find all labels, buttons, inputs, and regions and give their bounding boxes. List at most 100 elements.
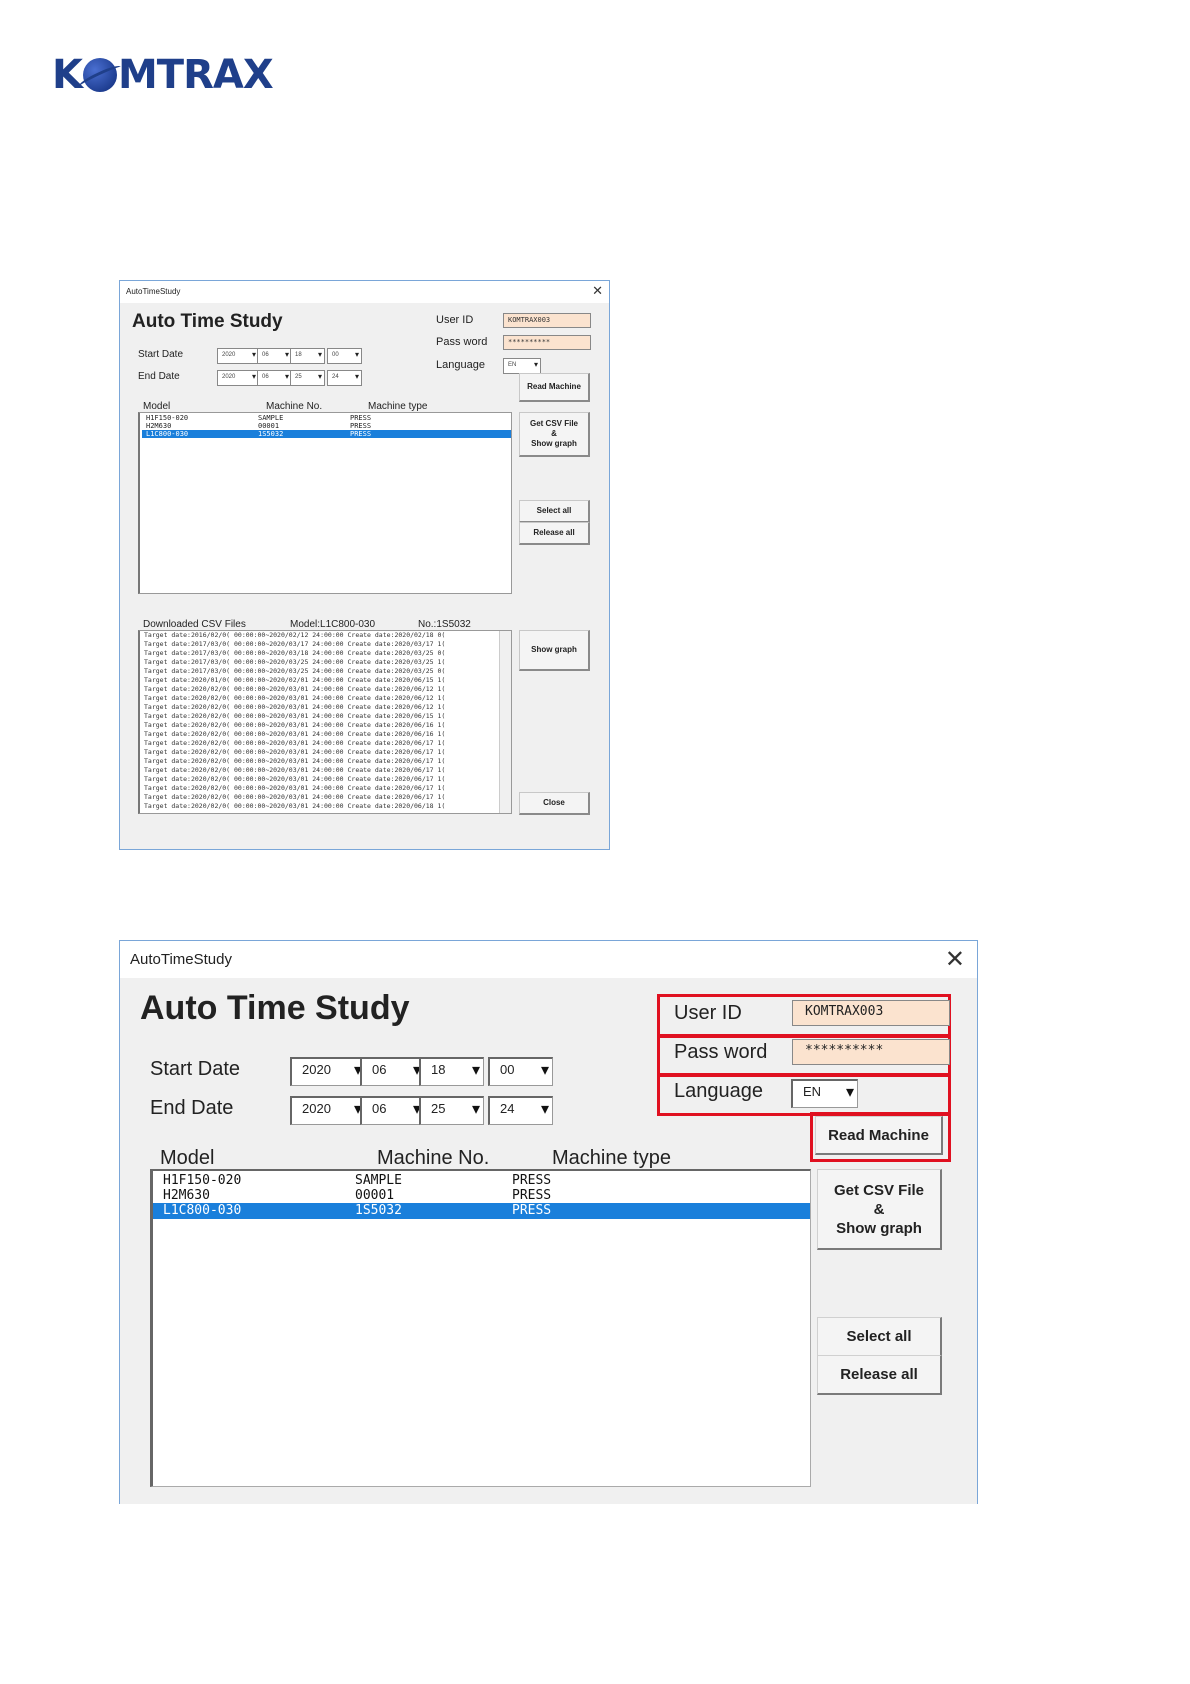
csv-lines: Target date:2016/02/0( 00:00:00~2020/02/… xyxy=(140,631,511,811)
end-hour-select[interactable]: 24 xyxy=(327,370,362,386)
machine-no: 00001 xyxy=(355,1188,395,1203)
csv-list-item[interactable]: Target date:2020/02/0( 00:00:00~2020/03/… xyxy=(140,712,511,721)
close-icon[interactable]: ✕ xyxy=(945,945,965,974)
list-item[interactable]: H1F150-020 SAMPLE PRESS xyxy=(142,414,511,422)
title-bar: AutoTimeStudy ✕ xyxy=(120,941,977,978)
show-graph-button[interactable]: Show graph xyxy=(519,630,590,671)
button-label-line: Get CSV File xyxy=(529,419,578,428)
list-item-selected[interactable]: L1C800-030 1S5032 PRESS xyxy=(153,1203,810,1219)
user-id-field[interactable]: KOMTRAX003 xyxy=(792,1000,950,1026)
column-model: Model xyxy=(160,1147,215,1169)
read-machine-button[interactable]: Read Machine xyxy=(519,373,590,402)
end-month-select[interactable]: 06 xyxy=(257,370,292,386)
start-year-select[interactable]: 2020 xyxy=(217,348,259,364)
scrollbar[interactable] xyxy=(499,631,511,813)
button-label-line: & xyxy=(551,429,557,438)
csv-list-item[interactable]: Target date:2017/03/0( 00:00:00~2020/03/… xyxy=(140,640,511,649)
password-label: Pass word xyxy=(674,1041,768,1063)
language-select[interactable]: EN xyxy=(791,1079,858,1108)
machine-model: H2M630 xyxy=(146,422,172,430)
end-date-label: End Date xyxy=(150,1097,234,1119)
end-year-select[interactable]: 2020 xyxy=(290,1096,366,1125)
title-bar: AutoTimeStudy ✕ xyxy=(120,281,609,303)
csv-list-item[interactable]: Target date:2017/03/0( 00:00:00~2020/03/… xyxy=(140,658,511,667)
column-machine-type: Machine type xyxy=(368,401,428,412)
start-year-select[interactable]: 2020 xyxy=(290,1057,366,1086)
column-machine-no: Machine No. xyxy=(266,401,323,412)
csv-list-item[interactable]: Target date:2020/02/0( 00:00:00~2020/03/… xyxy=(140,748,511,757)
list-item[interactable]: H2M630 00001 PRESS xyxy=(142,422,511,430)
csv-list-item[interactable]: Target date:2017/03/0( 00:00:00~2020/03/… xyxy=(140,649,511,658)
csv-list-item[interactable]: Target date:2020/02/0( 00:00:00~2020/03/… xyxy=(140,694,511,703)
small-window: AutoTimeStudy ✕ Auto Time Study User ID … xyxy=(119,280,610,850)
csv-list-item[interactable]: Target date:2020/02/0( 00:00:00~2020/03/… xyxy=(140,802,511,811)
machine-model: L1C800-030 xyxy=(163,1203,242,1218)
password-field[interactable]: ********** xyxy=(503,335,591,350)
get-csv-show-graph-button[interactable]: Get CSV File & Show graph xyxy=(817,1169,942,1250)
start-hour-select[interactable]: 00 xyxy=(327,348,362,364)
language-label: Language xyxy=(436,359,485,371)
csv-list-item[interactable]: Target date:2020/02/0( 00:00:00~2020/03/… xyxy=(140,703,511,712)
button-label-line: Show graph xyxy=(836,1219,922,1237)
start-month-select[interactable]: 06 xyxy=(360,1057,425,1086)
csv-file-list[interactable]: Target date:2016/02/0( 00:00:00~2020/02/… xyxy=(138,630,512,814)
end-year-select[interactable]: 2020 xyxy=(217,370,259,386)
machine-type: PRESS xyxy=(350,430,372,438)
page-title: Auto Time Study xyxy=(140,989,410,1027)
csv-list-item[interactable]: Target date:2020/01/0( 00:00:00~2020/02/… xyxy=(140,676,511,685)
close-button[interactable]: Close xyxy=(519,792,590,815)
csv-list-item[interactable]: Target date:2020/02/0( 00:00:00~2020/03/… xyxy=(140,739,511,748)
end-hour-select[interactable]: 24 xyxy=(488,1096,553,1125)
button-label-line: Get CSV File xyxy=(833,1181,925,1199)
release-all-button[interactable]: Release all xyxy=(519,522,590,545)
machine-no: 00001 xyxy=(258,422,280,430)
select-all-button[interactable]: Select all xyxy=(519,500,590,523)
list-item-selected[interactable]: L1C800-030 1S5032 PRESS xyxy=(142,430,511,438)
csv-list-item[interactable]: Target date:2017/03/0( 00:00:00~2020/03/… xyxy=(140,667,511,676)
csv-list-item[interactable]: Target date:2020/02/0( 00:00:00~2020/03/… xyxy=(140,757,511,766)
csv-list-item[interactable]: Target date:2020/02/0( 00:00:00~2020/03/… xyxy=(140,766,511,775)
csv-no-label: No.:1S5032 xyxy=(418,619,471,630)
language-label: Language xyxy=(674,1080,763,1102)
logo-text-k: K xyxy=(52,52,83,98)
machine-model: H1F150-020 xyxy=(163,1173,242,1188)
csv-list-item[interactable]: Target date:2020/02/0( 00:00:00~2020/03/… xyxy=(140,730,511,739)
window-title: AutoTimeStudy xyxy=(130,951,232,968)
start-day-select[interactable]: 18 xyxy=(419,1057,484,1086)
csv-list-item[interactable]: Target date:2016/02/0( 00:00:00~2020/02/… xyxy=(140,631,511,640)
end-day-select[interactable]: 25 xyxy=(419,1096,484,1125)
get-csv-show-graph-button[interactable]: Get CSV File & Show graph xyxy=(519,412,590,457)
csv-list-item[interactable]: Target date:2020/02/0( 00:00:00~2020/03/… xyxy=(140,775,511,784)
password-label: Pass word xyxy=(436,336,488,348)
list-item[interactable]: H2M630 00001 PRESS xyxy=(159,1188,810,1204)
machine-list[interactable]: H1F150-020 SAMPLE PRESS H2M630 00001 PRE… xyxy=(138,412,512,594)
start-day-select[interactable]: 18 xyxy=(290,348,325,364)
password-field[interactable]: ********** xyxy=(792,1039,950,1065)
csv-list-item[interactable]: Target date:2020/02/0( 00:00:00~2020/03/… xyxy=(140,721,511,730)
end-month-select[interactable]: 06 xyxy=(360,1096,425,1125)
komtrax-logo: K MTRAX xyxy=(52,52,274,98)
column-machine-no: Machine No. xyxy=(377,1147,490,1169)
machine-no: 1S5032 xyxy=(355,1203,402,1218)
read-machine-button[interactable]: Read Machine xyxy=(815,1116,943,1155)
select-all-button[interactable]: Select all xyxy=(817,1317,942,1357)
machine-type: PRESS xyxy=(512,1203,552,1218)
list-item[interactable]: H1F150-020 SAMPLE PRESS xyxy=(159,1173,810,1189)
language-select[interactable]: EN xyxy=(503,358,541,374)
user-id-field[interactable]: KOMTRAX003 xyxy=(503,313,591,328)
user-id-label: User ID xyxy=(674,1002,742,1024)
end-day-select[interactable]: 25 xyxy=(290,370,325,386)
machine-type: PRESS xyxy=(512,1173,552,1188)
csv-list-item[interactable]: Target date:2020/02/0( 00:00:00~2020/03/… xyxy=(140,784,511,793)
button-label-line: Show graph xyxy=(531,439,577,448)
globe-icon xyxy=(83,58,117,92)
start-date-label: Start Date xyxy=(150,1058,241,1080)
release-all-button[interactable]: Release all xyxy=(817,1355,942,1395)
start-month-select[interactable]: 06 xyxy=(257,348,292,364)
close-icon[interactable]: ✕ xyxy=(592,283,603,299)
csv-list-item[interactable]: Target date:2020/02/0( 00:00:00~2020/03/… xyxy=(140,685,511,694)
start-hour-select[interactable]: 00 xyxy=(488,1057,553,1086)
machine-list[interactable]: H1F150-020 SAMPLE PRESS H2M630 00001 PRE… xyxy=(150,1169,811,1487)
csv-list-item[interactable]: Target date:2020/02/0( 00:00:00~2020/03/… xyxy=(140,793,511,802)
logo-text-mtrax: MTRAX xyxy=(118,52,274,98)
